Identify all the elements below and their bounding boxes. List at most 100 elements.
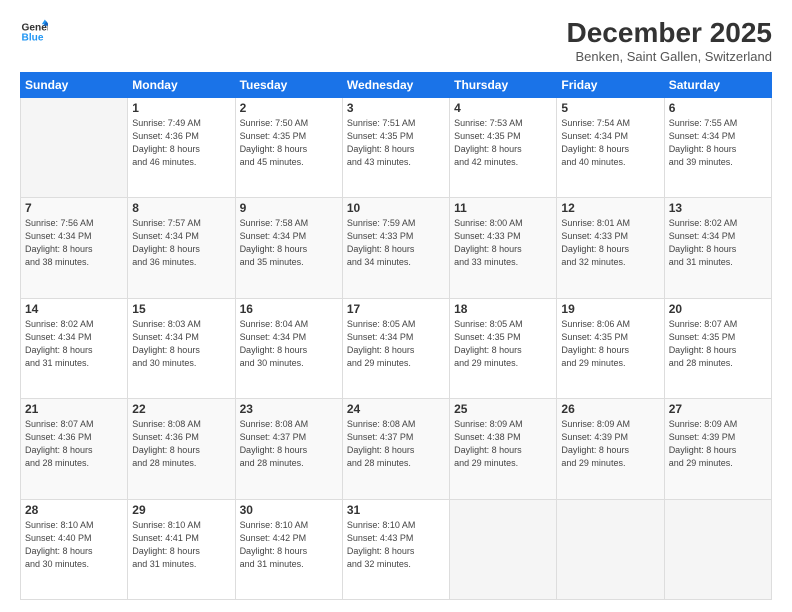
table-row: 21Sunrise: 8:07 AMSunset: 4:36 PMDayligh… bbox=[21, 399, 128, 499]
title-block: December 2025 Benken, Saint Gallen, Swit… bbox=[567, 18, 772, 64]
table-row: 15 Sunrise: 8:03 AMSunset: 4:34 PMDayligh… bbox=[128, 298, 235, 398]
day-info: Sunrise: 7:57 AMSunset: 4:34 PMDaylight:… bbox=[132, 217, 230, 269]
day-info: Sunrise: 8:09 AMSunset: 4:39 PMDaylight:… bbox=[561, 418, 659, 470]
calendar-week-row: 14Sunrise: 8:02 AMSunset: 4:34 PMDayligh… bbox=[21, 298, 772, 398]
logo-icon: General Blue bbox=[20, 18, 48, 46]
day-info: Sunrise: 8:09 AMSunset: 4:39 PMDaylight:… bbox=[669, 418, 767, 470]
day-number: 17 bbox=[347, 302, 445, 316]
day-number: 5 bbox=[561, 101, 659, 115]
day-info: Sunrise: 8:10 AMSunset: 4:41 PMDaylight:… bbox=[132, 519, 230, 571]
calendar-week-row: 21Sunrise: 8:07 AMSunset: 4:36 PMDayligh… bbox=[21, 399, 772, 499]
table-row: 9 Sunrise: 7:58 AMSunset: 4:34 PMDaylight… bbox=[235, 198, 342, 298]
day-number: 29 bbox=[132, 503, 230, 517]
col-saturday: Saturday bbox=[664, 72, 771, 97]
day-info: Sunrise: 8:06 AMSunset: 4:35 PMDaylight:… bbox=[561, 318, 659, 370]
table-row: 4 Sunrise: 7:53 AMSunset: 4:35 PMDaylight… bbox=[450, 97, 557, 197]
day-number: 1 bbox=[132, 101, 230, 115]
table-row: 26 Sunrise: 8:09 AMSunset: 4:39 PMDayligh… bbox=[557, 399, 664, 499]
day-number: 6 bbox=[669, 101, 767, 115]
header: General Blue December 2025 Benken, Saint… bbox=[20, 18, 772, 64]
table-row: 27 Sunrise: 8:09 AMSunset: 4:39 PMDayligh… bbox=[664, 399, 771, 499]
day-number: 21 bbox=[25, 402, 123, 416]
day-number: 23 bbox=[240, 402, 338, 416]
day-info: Sunrise: 8:02 AMSunset: 4:34 PMDaylight:… bbox=[669, 217, 767, 269]
table-row: 2 Sunrise: 7:50 AMSunset: 4:35 PMDaylight… bbox=[235, 97, 342, 197]
day-info: Sunrise: 7:53 AMSunset: 4:35 PMDaylight:… bbox=[454, 117, 552, 169]
table-row bbox=[21, 97, 128, 197]
day-info: Sunrise: 8:05 AMSunset: 4:35 PMDaylight:… bbox=[454, 318, 552, 370]
col-friday: Friday bbox=[557, 72, 664, 97]
table-row bbox=[664, 499, 771, 599]
calendar-week-row: 1Sunrise: 7:49 AMSunset: 4:36 PMDaylight… bbox=[21, 97, 772, 197]
table-row: 13 Sunrise: 8:02 AMSunset: 4:34 PMDayligh… bbox=[664, 198, 771, 298]
day-info: Sunrise: 8:02 AMSunset: 4:34 PMDaylight:… bbox=[25, 318, 123, 370]
day-number: 27 bbox=[669, 402, 767, 416]
day-info: Sunrise: 8:00 AMSunset: 4:33 PMDaylight:… bbox=[454, 217, 552, 269]
table-row: 8 Sunrise: 7:57 AMSunset: 4:34 PMDaylight… bbox=[128, 198, 235, 298]
calendar-header-row: Sunday Monday Tuesday Wednesday Thursday… bbox=[21, 72, 772, 97]
table-row: 14Sunrise: 8:02 AMSunset: 4:34 PMDayligh… bbox=[21, 298, 128, 398]
table-row: 3 Sunrise: 7:51 AMSunset: 4:35 PMDaylight… bbox=[342, 97, 449, 197]
table-row bbox=[557, 499, 664, 599]
day-info: Sunrise: 7:54 AMSunset: 4:34 PMDaylight:… bbox=[561, 117, 659, 169]
col-monday: Monday bbox=[128, 72, 235, 97]
col-tuesday: Tuesday bbox=[235, 72, 342, 97]
table-row: 16Sunrise: 8:04 AMSunset: 4:34 PMDayligh… bbox=[235, 298, 342, 398]
table-row: 18Sunrise: 8:05 AMSunset: 4:35 PMDayligh… bbox=[450, 298, 557, 398]
day-number: 24 bbox=[347, 402, 445, 416]
table-row: 11Sunrise: 8:00 AMSunset: 4:33 PMDayligh… bbox=[450, 198, 557, 298]
day-info: Sunrise: 8:03 AMSunset: 4:34 PMDaylight:… bbox=[132, 318, 230, 370]
table-row: 24 Sunrise: 8:08 AMSunset: 4:37 PMDayligh… bbox=[342, 399, 449, 499]
col-thursday: Thursday bbox=[450, 72, 557, 97]
day-info: Sunrise: 8:10 AMSunset: 4:43 PMDaylight:… bbox=[347, 519, 445, 571]
calendar-table: Sunday Monday Tuesday Wednesday Thursday… bbox=[20, 72, 772, 600]
table-row: 31Sunrise: 8:10 AMSunset: 4:43 PMDayligh… bbox=[342, 499, 449, 599]
day-info: Sunrise: 7:55 AMSunset: 4:34 PMDaylight:… bbox=[669, 117, 767, 169]
table-row: 6 Sunrise: 7:55 AMSunset: 4:34 PMDaylight… bbox=[664, 97, 771, 197]
svg-text:Blue: Blue bbox=[22, 33, 44, 44]
page: General Blue December 2025 Benken, Saint… bbox=[0, 0, 792, 612]
day-number: 26 bbox=[561, 402, 659, 416]
day-number: 9 bbox=[240, 201, 338, 215]
day-number: 4 bbox=[454, 101, 552, 115]
table-row: 12 Sunrise: 8:01 AMSunset: 4:33 PMDayligh… bbox=[557, 198, 664, 298]
calendar-week-row: 28Sunrise: 8:10 AMSunset: 4:40 PMDayligh… bbox=[21, 499, 772, 599]
col-wednesday: Wednesday bbox=[342, 72, 449, 97]
calendar-title: December 2025 bbox=[567, 18, 772, 49]
day-number: 19 bbox=[561, 302, 659, 316]
table-row: 19 Sunrise: 8:06 AMSunset: 4:35 PMDayligh… bbox=[557, 298, 664, 398]
day-info: Sunrise: 8:08 AMSunset: 4:37 PMDaylight:… bbox=[240, 418, 338, 470]
day-number: 10 bbox=[347, 201, 445, 215]
table-row: 5 Sunrise: 7:54 AMSunset: 4:34 PMDaylight… bbox=[557, 97, 664, 197]
table-row: 17Sunrise: 8:05 AMSunset: 4:34 PMDayligh… bbox=[342, 298, 449, 398]
day-number: 15 bbox=[132, 302, 230, 316]
day-info: Sunrise: 7:50 AMSunset: 4:35 PMDaylight:… bbox=[240, 117, 338, 169]
day-info: Sunrise: 8:10 AMSunset: 4:42 PMDaylight:… bbox=[240, 519, 338, 571]
day-number: 7 bbox=[25, 201, 123, 215]
day-info: Sunrise: 8:07 AMSunset: 4:35 PMDaylight:… bbox=[669, 318, 767, 370]
day-info: Sunrise: 8:01 AMSunset: 4:33 PMDaylight:… bbox=[561, 217, 659, 269]
day-number: 25 bbox=[454, 402, 552, 416]
day-number: 2 bbox=[240, 101, 338, 115]
table-row: 1Sunrise: 7:49 AMSunset: 4:36 PMDaylight… bbox=[128, 97, 235, 197]
day-info: Sunrise: 8:08 AMSunset: 4:36 PMDaylight:… bbox=[132, 418, 230, 470]
day-number: 3 bbox=[347, 101, 445, 115]
calendar-week-row: 7Sunrise: 7:56 AMSunset: 4:34 PMDaylight… bbox=[21, 198, 772, 298]
col-sunday: Sunday bbox=[21, 72, 128, 97]
logo: General Blue bbox=[20, 18, 48, 46]
day-info: Sunrise: 8:08 AMSunset: 4:37 PMDaylight:… bbox=[347, 418, 445, 470]
day-number: 12 bbox=[561, 201, 659, 215]
day-info: Sunrise: 8:09 AMSunset: 4:38 PMDaylight:… bbox=[454, 418, 552, 470]
day-info: Sunrise: 7:51 AMSunset: 4:35 PMDaylight:… bbox=[347, 117, 445, 169]
table-row: 29 Sunrise: 8:10 AMSunset: 4:41 PMDayligh… bbox=[128, 499, 235, 599]
day-number: 30 bbox=[240, 503, 338, 517]
day-info: Sunrise: 7:58 AMSunset: 4:34 PMDaylight:… bbox=[240, 217, 338, 269]
day-number: 16 bbox=[240, 302, 338, 316]
table-row: 7Sunrise: 7:56 AMSunset: 4:34 PMDaylight… bbox=[21, 198, 128, 298]
day-number: 13 bbox=[669, 201, 767, 215]
calendar-subtitle: Benken, Saint Gallen, Switzerland bbox=[567, 49, 772, 64]
table-row bbox=[450, 499, 557, 599]
day-number: 8 bbox=[132, 201, 230, 215]
day-info: Sunrise: 7:59 AMSunset: 4:33 PMDaylight:… bbox=[347, 217, 445, 269]
table-row: 22Sunrise: 8:08 AMSunset: 4:36 PMDayligh… bbox=[128, 399, 235, 499]
